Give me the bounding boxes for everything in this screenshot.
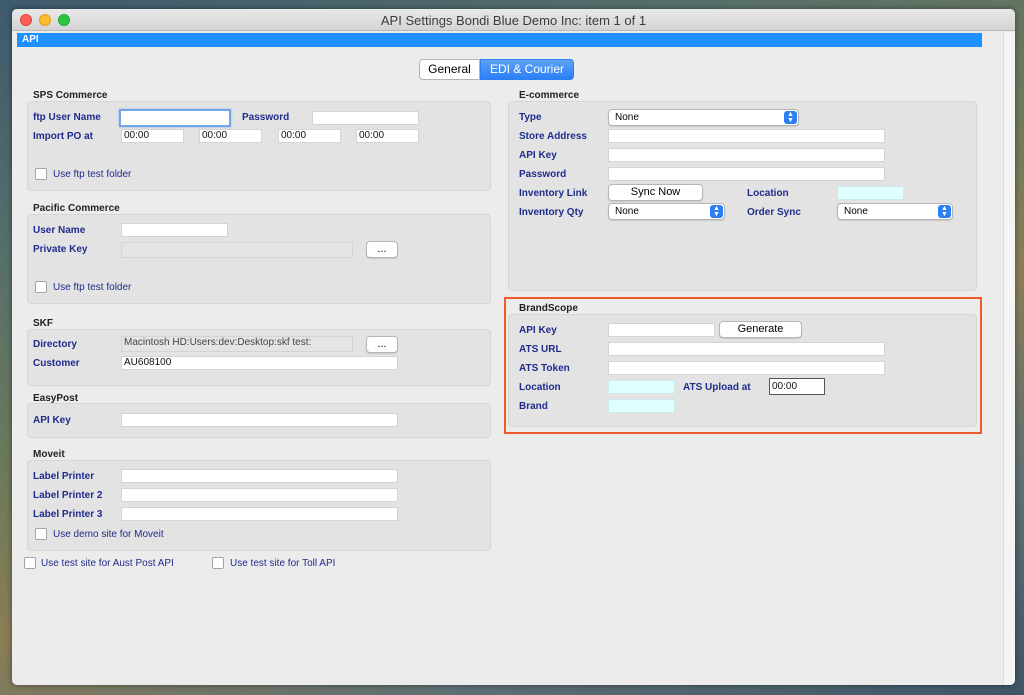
sps-commerce-heading: SPS Commerce xyxy=(33,90,108,101)
aust-post-test-label: Use test site for Aust Post API xyxy=(41,558,174,569)
skf-heading: SKF xyxy=(33,318,53,329)
brandscope-location-label: Location xyxy=(519,382,561,393)
ats-upload-label: ATS Upload at xyxy=(683,382,751,393)
label-printer-2-input[interactable] xyxy=(121,488,398,502)
brandscope-api-key-label: API Key xyxy=(519,325,557,336)
ecommerce-location-input[interactable] xyxy=(837,186,904,200)
generate-button[interactable]: Generate xyxy=(719,321,802,338)
pacific-commerce-heading: Pacific Commerce xyxy=(33,203,120,214)
ecommerce-type-select[interactable]: None ▲ ▼ xyxy=(608,109,799,126)
sps-password-label: Password xyxy=(242,112,290,123)
ecommerce-password-label: Password xyxy=(519,169,567,180)
sps-ftp-test-checkbox[interactable] xyxy=(35,168,47,180)
easypost-api-key-input[interactable] xyxy=(121,413,398,427)
toll-test-label: Use test site for Toll API xyxy=(230,558,336,569)
ats-upload-time-input[interactable]: 00:00 xyxy=(769,378,825,395)
directory-label: Directory xyxy=(33,339,77,350)
customer-input[interactable]: AU608100 xyxy=(121,356,398,370)
ecommerce-password-input[interactable] xyxy=(608,167,885,181)
easypost-api-key-label: API Key xyxy=(33,415,71,426)
api-header-bar: API xyxy=(17,33,982,47)
window-title: API Settings Bondi Blue Demo Inc: item 1… xyxy=(380,13,647,28)
api-settings-window: API Settings Bondi Blue Demo Inc: item 1… xyxy=(12,9,1015,685)
moveit-heading: Moveit xyxy=(33,449,65,460)
ats-url-input[interactable] xyxy=(608,342,885,356)
ecommerce-heading: E-commerce xyxy=(519,90,580,101)
order-sync-label: Order Sync xyxy=(747,207,801,218)
customer-label: Customer xyxy=(33,358,80,369)
pacific-user-input[interactable] xyxy=(121,223,228,237)
label-printer-3-label: Label Printer 3 xyxy=(33,509,103,520)
ecommerce-location-label: Location xyxy=(747,188,789,199)
private-key-label: Private Key xyxy=(33,244,88,255)
store-address-input[interactable] xyxy=(608,129,885,143)
sync-now-button[interactable]: Sync Now xyxy=(608,184,703,201)
private-key-input[interactable] xyxy=(121,242,353,258)
ecommerce-api-key-input[interactable] xyxy=(608,148,885,162)
ecommerce-type-label: Type xyxy=(519,112,542,123)
label-printer-3-input[interactable] xyxy=(121,507,398,521)
pacific-ftp-test-label: Use ftp test folder xyxy=(53,282,132,293)
brandscope-heading: BrandScope xyxy=(519,303,578,314)
order-sync-value: None xyxy=(844,206,868,217)
chevron-updown-icon: ▲ ▼ xyxy=(710,205,723,218)
chevron-updown-icon: ▲ ▼ xyxy=(938,205,951,218)
ats-url-label: ATS URL xyxy=(519,344,562,355)
vertical-scrollbar[interactable] xyxy=(1003,32,1015,685)
brand-input[interactable] xyxy=(608,399,675,413)
pacific-ftp-test-checkbox[interactable] xyxy=(35,281,47,293)
inventory-qty-select[interactable]: None ▲ ▼ xyxy=(608,203,725,220)
ecommerce-api-key-label: API Key xyxy=(519,150,557,161)
tab-edi-courier[interactable]: EDI & Courier xyxy=(480,59,574,80)
ftp-user-input[interactable] xyxy=(119,109,231,127)
brandscope-location-input[interactable] xyxy=(608,380,675,394)
order-sync-select[interactable]: None ▲ ▼ xyxy=(837,203,953,220)
directory-input[interactable]: Macintosh HD:Users:dev:Desktop:skf test: xyxy=(121,336,353,352)
pacific-user-label: User Name xyxy=(33,225,86,236)
chevron-updown-icon: ▲ ▼ xyxy=(784,111,797,124)
aust-post-test-checkbox[interactable] xyxy=(24,557,36,569)
inventory-qty-label: Inventory Qty xyxy=(519,207,584,218)
sps-ftp-test-label: Use ftp test folder xyxy=(53,169,132,180)
title-bar[interactable]: API Settings Bondi Blue Demo Inc: item 1… xyxy=(12,9,1015,31)
label-printer-input[interactable] xyxy=(121,469,398,483)
moveit-demo-label: Use demo site for Moveit xyxy=(53,529,164,540)
import-time-2[interactable]: 00:00 xyxy=(199,129,262,143)
import-time-3[interactable]: 00:00 xyxy=(278,129,341,143)
ats-token-input[interactable] xyxy=(608,361,885,375)
store-address-label: Store Address xyxy=(519,131,587,142)
inventory-link-label: Inventory Link xyxy=(519,188,588,199)
brandscope-api-key-input[interactable] xyxy=(608,323,715,337)
sps-password-input[interactable] xyxy=(312,111,419,125)
tab-general[interactable]: General xyxy=(419,59,480,80)
moveit-demo-checkbox[interactable] xyxy=(35,528,47,540)
label-printer-label: Label Printer xyxy=(33,471,95,482)
ftp-user-label: ftp User Name xyxy=(33,112,101,123)
import-time-4[interactable]: 00:00 xyxy=(356,129,419,143)
ats-token-label: ATS Token xyxy=(519,363,570,374)
toll-test-checkbox[interactable] xyxy=(212,557,224,569)
directory-browse-button[interactable]: ... xyxy=(366,336,398,353)
import-po-label: Import PO at xyxy=(33,131,94,142)
import-time-1[interactable]: 00:00 xyxy=(121,129,184,143)
ecommerce-type-value: None xyxy=(615,112,639,123)
label-printer-2-label: Label Printer 2 xyxy=(33,490,103,501)
private-key-browse-button[interactable]: ... xyxy=(366,241,398,258)
inventory-qty-value: None xyxy=(615,206,639,217)
brand-label: Brand xyxy=(519,401,548,412)
